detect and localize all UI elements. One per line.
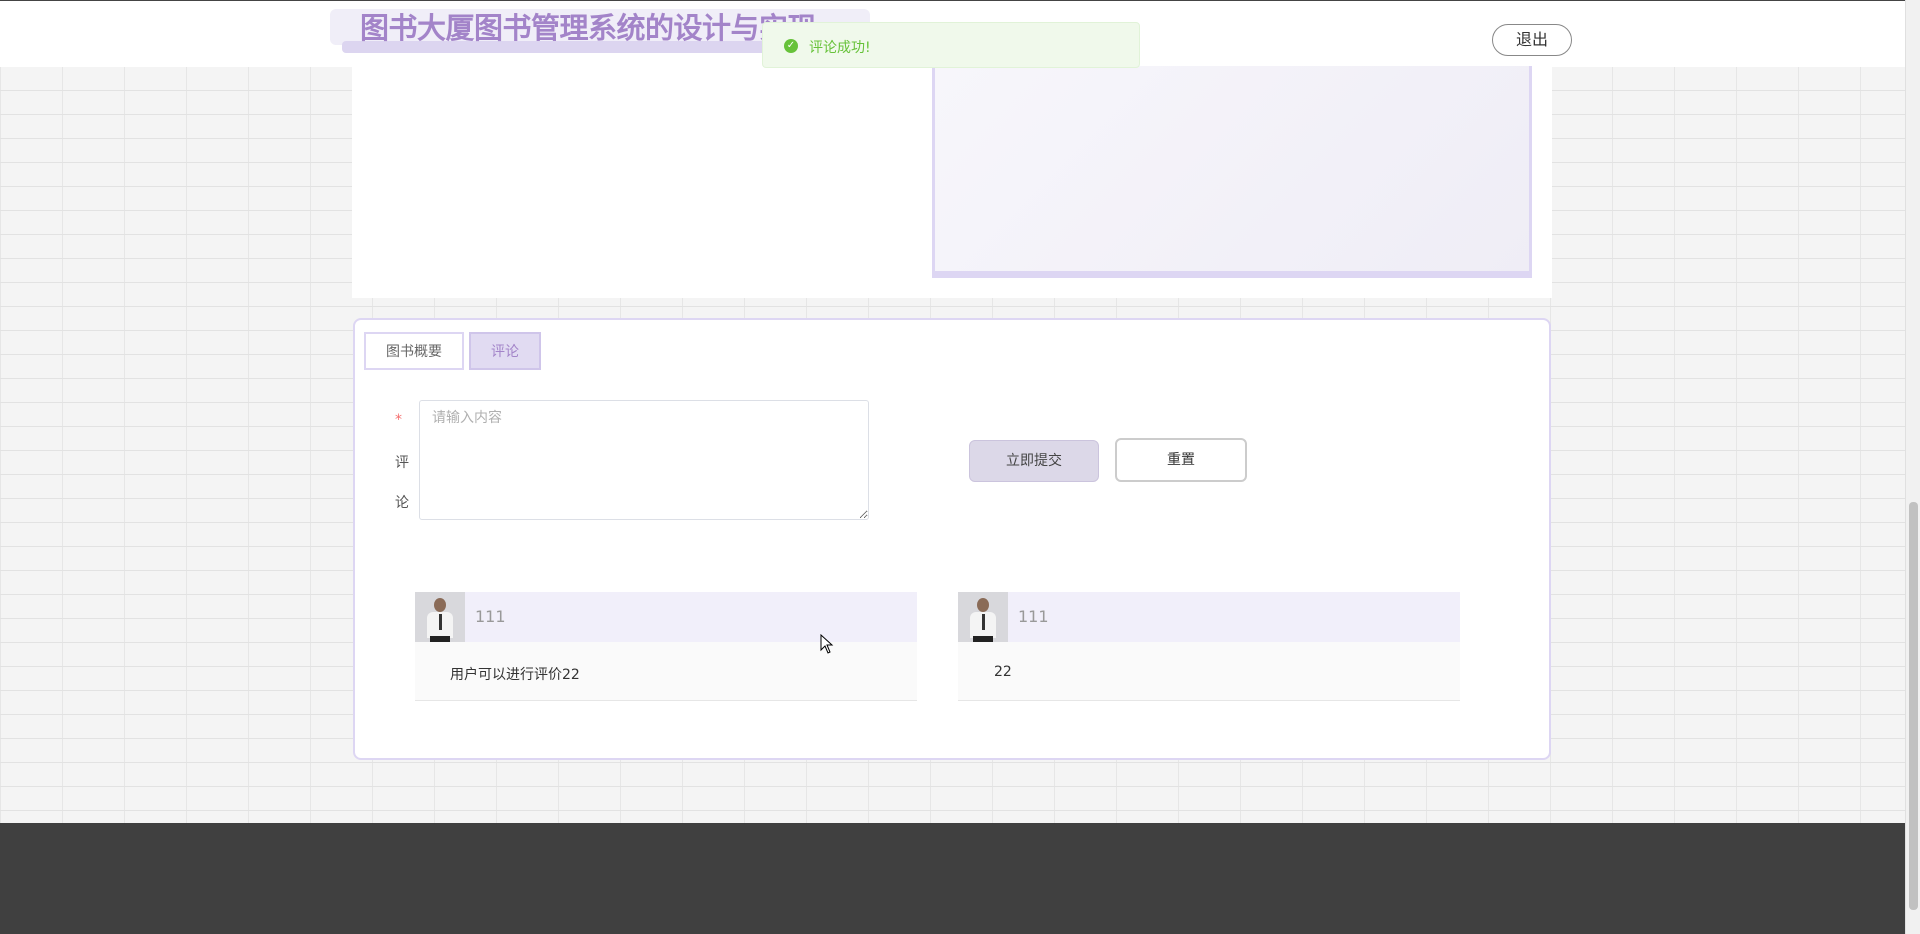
tab-book-summary[interactable]: 图书概要	[364, 332, 464, 370]
comment-input[interactable]	[419, 400, 869, 520]
comment-header: 111	[415, 592, 917, 642]
comment-item: 111 22	[958, 592, 1460, 701]
check-circle-icon: ✓	[784, 39, 798, 53]
scrollbar-thumb[interactable]	[1909, 502, 1918, 910]
book-image-frame	[932, 66, 1532, 278]
vertical-scrollbar[interactable]	[1905, 0, 1920, 934]
comment-header: 111	[958, 592, 1460, 642]
toast-message: 评论成功!	[809, 40, 871, 56]
tabs-card: 图书概要 评论 * 评 论 立即提交 重置 111 用户可以进行评价22 111…	[353, 318, 1551, 760]
comment-label-line1: 评	[395, 455, 409, 471]
success-toast: ✓ 评论成功!	[762, 22, 1140, 68]
reset-button[interactable]: 重置	[1115, 438, 1247, 482]
comment-text: 22	[994, 664, 1012, 680]
avatar	[958, 592, 1008, 642]
comment-username: 111	[1018, 607, 1049, 626]
comment-username: 111	[475, 607, 506, 626]
avatar	[415, 592, 465, 642]
comment-item: 111 用户可以进行评价22	[415, 592, 917, 701]
logout-button[interactable]: 退出	[1492, 24, 1572, 56]
comment-text: 用户可以进行评价22	[450, 667, 580, 683]
submit-button[interactable]: 立即提交	[969, 440, 1099, 482]
comment-label-line2: 论	[395, 495, 409, 511]
tab-comments[interactable]: 评论	[469, 332, 541, 370]
page-footer	[0, 823, 1905, 934]
required-mark: *	[395, 412, 402, 428]
site-title: 图书大厦图书管理系统的设计与实现	[360, 11, 817, 45]
